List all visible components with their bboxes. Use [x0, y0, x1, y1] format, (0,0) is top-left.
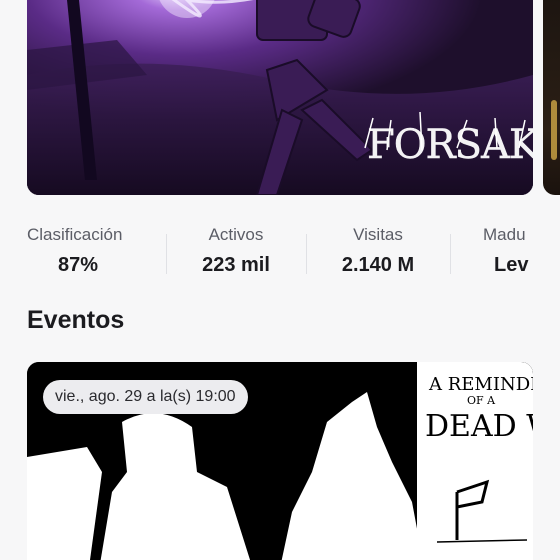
stat-maturity: Madu Lev [483, 222, 560, 282]
stat-value: 2.140 M [341, 254, 415, 276]
art-title-line1: A REMINDER [428, 374, 533, 395]
stat-label: Clasificación [27, 225, 123, 244]
stat-value: 87% [58, 254, 99, 276]
next-thumbnail-peek[interactable] [543, 0, 560, 195]
art-title-line3: DEAD WAR [425, 409, 533, 444]
stat-visits: Visitas 2.140 M [328, 222, 428, 282]
stat-value: Lev [494, 254, 529, 276]
divider [166, 234, 167, 274]
divider [450, 234, 451, 274]
stat-label: Madu [483, 225, 526, 244]
stat-active: Activos 223 mil [186, 222, 286, 282]
event-card[interactable]: A REMINDER OF A DEAD WAR vie., ago. 29 a… [27, 362, 533, 560]
stat-value: 223 mil [202, 254, 270, 276]
stat-label: Visitas [353, 225, 403, 244]
divider [306, 234, 307, 274]
events-section-title: Eventos [27, 306, 125, 334]
forsaken-artwork: FORSAKEN [27, 0, 533, 195]
game-thumbnail-carousel[interactable]: FORSAKEN [27, 0, 533, 195]
game-detail-page: FORSAKEN Clasificación 87% Activos 223 m… [0, 0, 560, 560]
stat-label: Activos [208, 225, 264, 244]
art-title-line2: OF A [467, 394, 496, 407]
stat-rating: Clasificación 87% [27, 222, 122, 282]
game-stats-row: Clasificación 87% Activos 223 mil Visita… [0, 222, 560, 282]
event-date-badge: vie., ago. 29 a la(s) 19:00 [43, 380, 248, 414]
forsaken-logo: FORSAKEN [367, 122, 533, 168]
